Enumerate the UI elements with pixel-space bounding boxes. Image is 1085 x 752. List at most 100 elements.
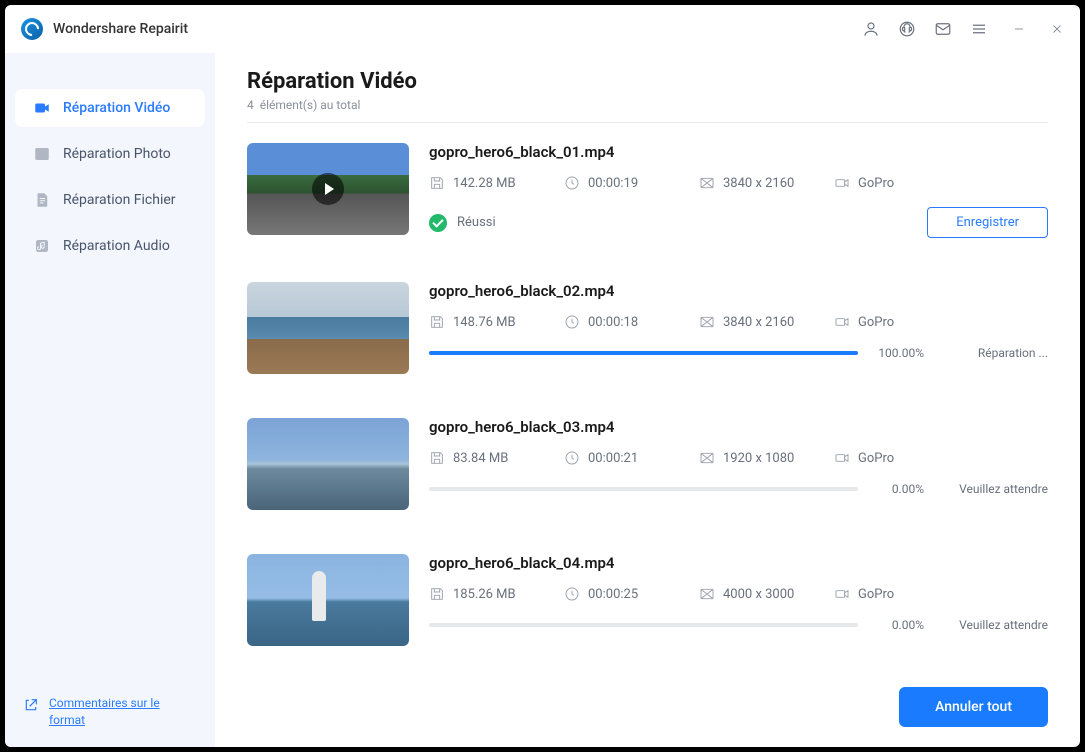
- app-window: Wondershare Repairit Réparation Vidéo Ré…: [5, 5, 1080, 747]
- meta-size: 83.84 MB: [429, 450, 564, 466]
- video-thumbnail[interactable]: [247, 418, 409, 510]
- resolution-icon: [699, 175, 715, 191]
- file-name: gopro_hero6_black_01.mp4: [429, 143, 1048, 161]
- feedback-link[interactable]: Commentaires sur le format: [49, 695, 197, 729]
- item-body: gopro_hero6_black_04.mp4 185.26 MB 00:00…: [429, 554, 1048, 646]
- video-thumbnail[interactable]: [247, 282, 409, 374]
- app-title: Wondershare Repairit: [53, 21, 188, 37]
- item-list: gopro_hero6_black_01.mp4 142.28 MB 00:00…: [215, 123, 1080, 671]
- sidebar: Réparation Vidéo Réparation Photo Répara…: [5, 53, 215, 747]
- item-body: gopro_hero6_black_03.mp4 83.84 MB 00:00:…: [429, 418, 1048, 510]
- progress-row: 0.00% Veuillez attendre: [429, 482, 1048, 496]
- sidebar-item-video[interactable]: Réparation Vidéo: [15, 89, 205, 127]
- resolution-value: 3840 x 2160: [723, 315, 794, 330]
- sidebar-item-photo[interactable]: Réparation Photo: [15, 135, 205, 173]
- item-body: gopro_hero6_black_01.mp4 142.28 MB 00:00…: [429, 143, 1048, 238]
- meta-row: 142.28 MB 00:00:19 3840 x 2160 GoPro: [429, 175, 1048, 191]
- resolution-value: 4000 x 3000: [723, 587, 794, 602]
- play-icon[interactable]: [312, 173, 344, 205]
- progress-status: Réparation ...: [938, 346, 1048, 360]
- meta-duration: 00:00:21: [564, 450, 699, 466]
- meta-resolution: 3840 x 2160: [699, 175, 834, 191]
- success-icon: [429, 214, 447, 232]
- progress-status: Veuillez attendre: [938, 482, 1048, 496]
- meta-size: 185.26 MB: [429, 586, 564, 602]
- meta-size: 148.76 MB: [429, 314, 564, 330]
- meta-row: 83.84 MB 00:00:21 1920 x 1080 GoPro: [429, 450, 1048, 466]
- sidebar-item-label: Réparation Vidéo: [63, 100, 170, 116]
- item-count: 4 élément(s) au total: [247, 98, 1048, 112]
- menu-icon[interactable]: [970, 20, 988, 38]
- device-value: GoPro: [858, 176, 894, 191]
- progress-row: 0.00% Veuillez attendre: [429, 618, 1048, 632]
- video-icon: [33, 99, 51, 117]
- meta-device: GoPro: [834, 175, 934, 191]
- resolution-value: 1920 x 1080: [723, 451, 794, 466]
- progress-bar: [429, 351, 858, 355]
- clock-icon: [564, 586, 580, 602]
- meta-resolution: 4000 x 3000: [699, 586, 834, 602]
- disk-icon: [429, 175, 445, 191]
- camera-icon: [834, 314, 850, 330]
- camera-icon: [834, 175, 850, 191]
- titlebar-actions: [862, 20, 1064, 38]
- list-item: gopro_hero6_black_04.mp4 185.26 MB 00:00…: [247, 534, 1048, 670]
- list-item: gopro_hero6_black_02.mp4 148.76 MB 00:00…: [247, 262, 1048, 398]
- sidebar-item-label: Réparation Fichier: [63, 192, 176, 208]
- video-thumbnail[interactable]: [247, 143, 409, 235]
- list-item: gopro_hero6_black_01.mp4 142.28 MB 00:00…: [247, 123, 1048, 262]
- meta-duration: 00:00:19: [564, 175, 699, 191]
- device-value: GoPro: [858, 451, 894, 466]
- main: Réparation Vidéo 4 élément(s) au total g…: [215, 53, 1080, 747]
- close-icon[interactable]: [1050, 22, 1064, 36]
- count-number: 4: [247, 98, 254, 112]
- minimize-icon[interactable]: [1012, 22, 1026, 36]
- duration-value: 00:00:25: [588, 587, 638, 602]
- resolution-icon: [699, 586, 715, 602]
- meta-device: GoPro: [834, 314, 934, 330]
- item-body: gopro_hero6_black_02.mp4 148.76 MB 00:00…: [429, 282, 1048, 374]
- status-row: Réussi Enregistrer: [429, 207, 1048, 238]
- file-name: gopro_hero6_black_03.mp4: [429, 418, 1048, 436]
- progress-bar: [429, 487, 858, 491]
- video-thumbnail[interactable]: [247, 554, 409, 646]
- clock-icon: [564, 314, 580, 330]
- size-value: 142.28 MB: [453, 176, 516, 191]
- clock-icon: [564, 175, 580, 191]
- resolution-icon: [699, 450, 715, 466]
- resolution-icon: [699, 314, 715, 330]
- meta-row: 148.76 MB 00:00:18 3840 x 2160 GoPro: [429, 314, 1048, 330]
- app-logo-icon: [21, 18, 43, 40]
- size-value: 148.76 MB: [453, 315, 516, 330]
- sidebar-item-audio[interactable]: Réparation Audio: [15, 227, 205, 265]
- file-icon: [33, 191, 51, 209]
- account-icon[interactable]: [862, 20, 880, 38]
- sidebar-item-file[interactable]: Réparation Fichier: [15, 181, 205, 219]
- main-header: Réparation Vidéo 4 élément(s) au total: [215, 53, 1080, 122]
- device-value: GoPro: [858, 315, 894, 330]
- save-button[interactable]: Enregistrer: [927, 207, 1048, 238]
- mail-icon[interactable]: [934, 20, 952, 38]
- sidebar-footer: Commentaires sur le format: [5, 677, 215, 747]
- meta-resolution: 3840 x 2160: [699, 314, 834, 330]
- progress-percent: 0.00%: [872, 482, 924, 496]
- file-name: gopro_hero6_black_02.mp4: [429, 282, 1048, 300]
- clock-icon: [564, 450, 580, 466]
- disk-icon: [429, 586, 445, 602]
- meta-device: GoPro: [834, 586, 934, 602]
- titlebar: Wondershare Repairit: [5, 5, 1080, 53]
- duration-value: 00:00:21: [588, 451, 638, 466]
- body: Réparation Vidéo Réparation Photo Répara…: [5, 53, 1080, 747]
- size-value: 185.26 MB: [453, 587, 516, 602]
- cancel-all-button[interactable]: Annuler tout: [899, 687, 1048, 727]
- footer: Annuler tout: [215, 671, 1080, 747]
- progress-bar: [429, 623, 858, 627]
- duration-value: 00:00:18: [588, 315, 638, 330]
- support-icon[interactable]: [898, 20, 916, 38]
- device-value: GoPro: [858, 587, 894, 602]
- progress-status: Veuillez attendre: [938, 618, 1048, 632]
- list-item: gopro_hero6_black_03.mp4 83.84 MB 00:00:…: [247, 398, 1048, 534]
- progress-percent: 0.00%: [872, 618, 924, 632]
- meta-size: 142.28 MB: [429, 175, 564, 191]
- sidebar-item-label: Réparation Audio: [63, 238, 170, 254]
